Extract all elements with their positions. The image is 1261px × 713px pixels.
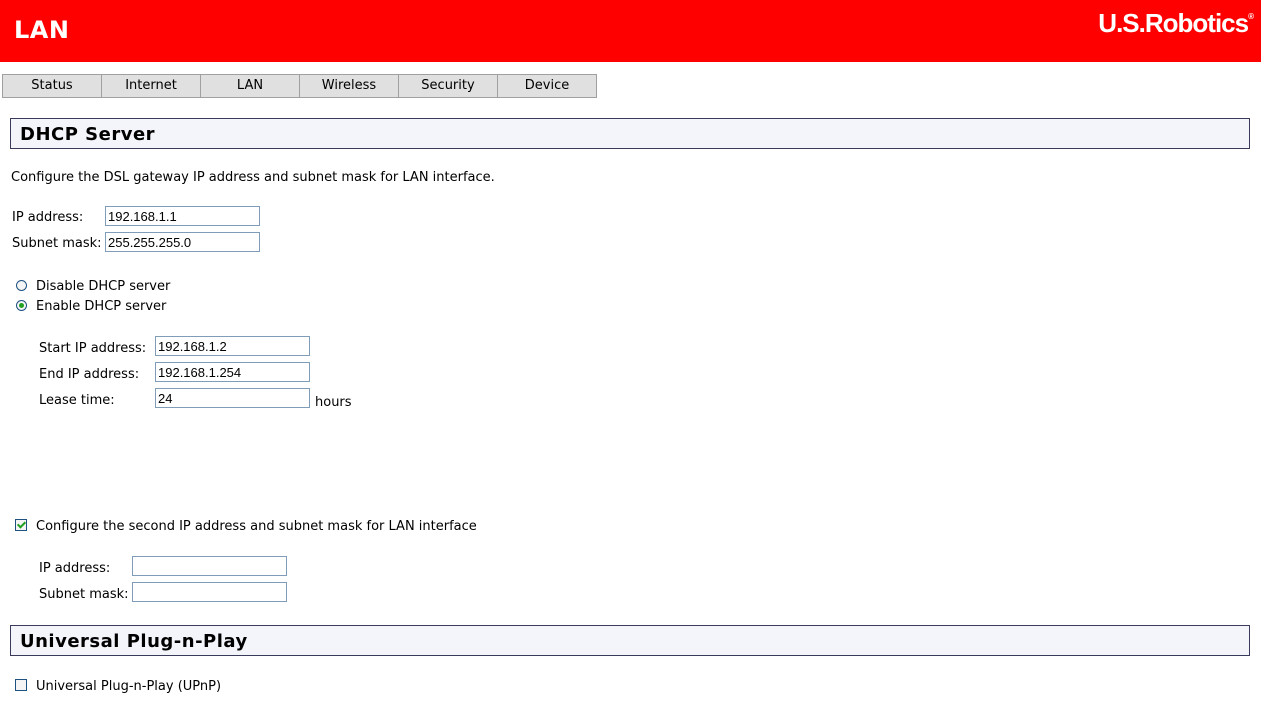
tab-security[interactable]: Security — [398, 74, 497, 98]
enable-dhcp-radio[interactable] — [16, 300, 27, 311]
end-ip-input[interactable] — [155, 362, 310, 382]
tab-lan[interactable]: LAN — [200, 74, 299, 98]
ip-address-label: IP address: — [12, 210, 84, 225]
second-subnet-mask-label: Subnet mask: — [39, 587, 129, 602]
dhcp-section-title: DHCP Server — [20, 124, 156, 145]
upnp-section-header: Universal Plug-n-Play — [10, 625, 1250, 656]
second-subnet-mask-input[interactable] — [132, 582, 287, 602]
subnet-mask-input[interactable] — [105, 232, 260, 252]
lease-time-input[interactable] — [155, 388, 310, 408]
brand-name: U.S.Robotics — [1098, 8, 1249, 38]
second-ip-checkbox-label: Configure the second IP address and subn… — [36, 519, 477, 534]
start-ip-label: Start IP address: — [39, 341, 147, 356]
subnet-mask-label: Subnet mask: — [12, 236, 102, 251]
tab-status[interactable]: Status — [2, 74, 101, 98]
disable-dhcp-label: Disable DHCP server — [36, 279, 171, 294]
lease-time-label: Lease time: — [39, 393, 115, 408]
second-ip-checkbox[interactable] — [15, 519, 27, 531]
page-title: LAN — [14, 16, 70, 44]
registered-mark: ® — [1248, 12, 1254, 21]
tab-internet[interactable]: Internet — [101, 74, 200, 98]
lease-time-unit: hours — [315, 395, 352, 410]
upnp-checkbox[interactable] — [15, 679, 27, 691]
dhcp-section-header: DHCP Server — [10, 118, 1250, 149]
second-ip-address-input[interactable] — [132, 556, 287, 576]
enable-dhcp-label: Enable DHCP server — [36, 299, 167, 314]
tab-wireless[interactable]: Wireless — [299, 74, 398, 98]
tab-device[interactable]: Device — [497, 74, 597, 98]
upnp-checkbox-label: Universal Plug-n-Play (UPnP) — [36, 679, 222, 694]
brand-logo: U.S.Robotics® — [1098, 8, 1254, 39]
ip-address-input[interactable] — [105, 206, 260, 226]
end-ip-label: End IP address: — [39, 367, 140, 382]
second-ip-address-label: IP address: — [39, 561, 111, 576]
header-bar: LAN U.S.Robotics® — [0, 0, 1261, 62]
main-nav-tabs: Status Internet LAN Wireless Security De… — [2, 74, 597, 98]
disable-dhcp-radio[interactable] — [16, 280, 27, 291]
dhcp-description: Configure the DSL gateway IP address and… — [11, 170, 495, 185]
start-ip-input[interactable] — [155, 336, 310, 356]
upnp-section-title: Universal Plug-n-Play — [20, 631, 248, 652]
